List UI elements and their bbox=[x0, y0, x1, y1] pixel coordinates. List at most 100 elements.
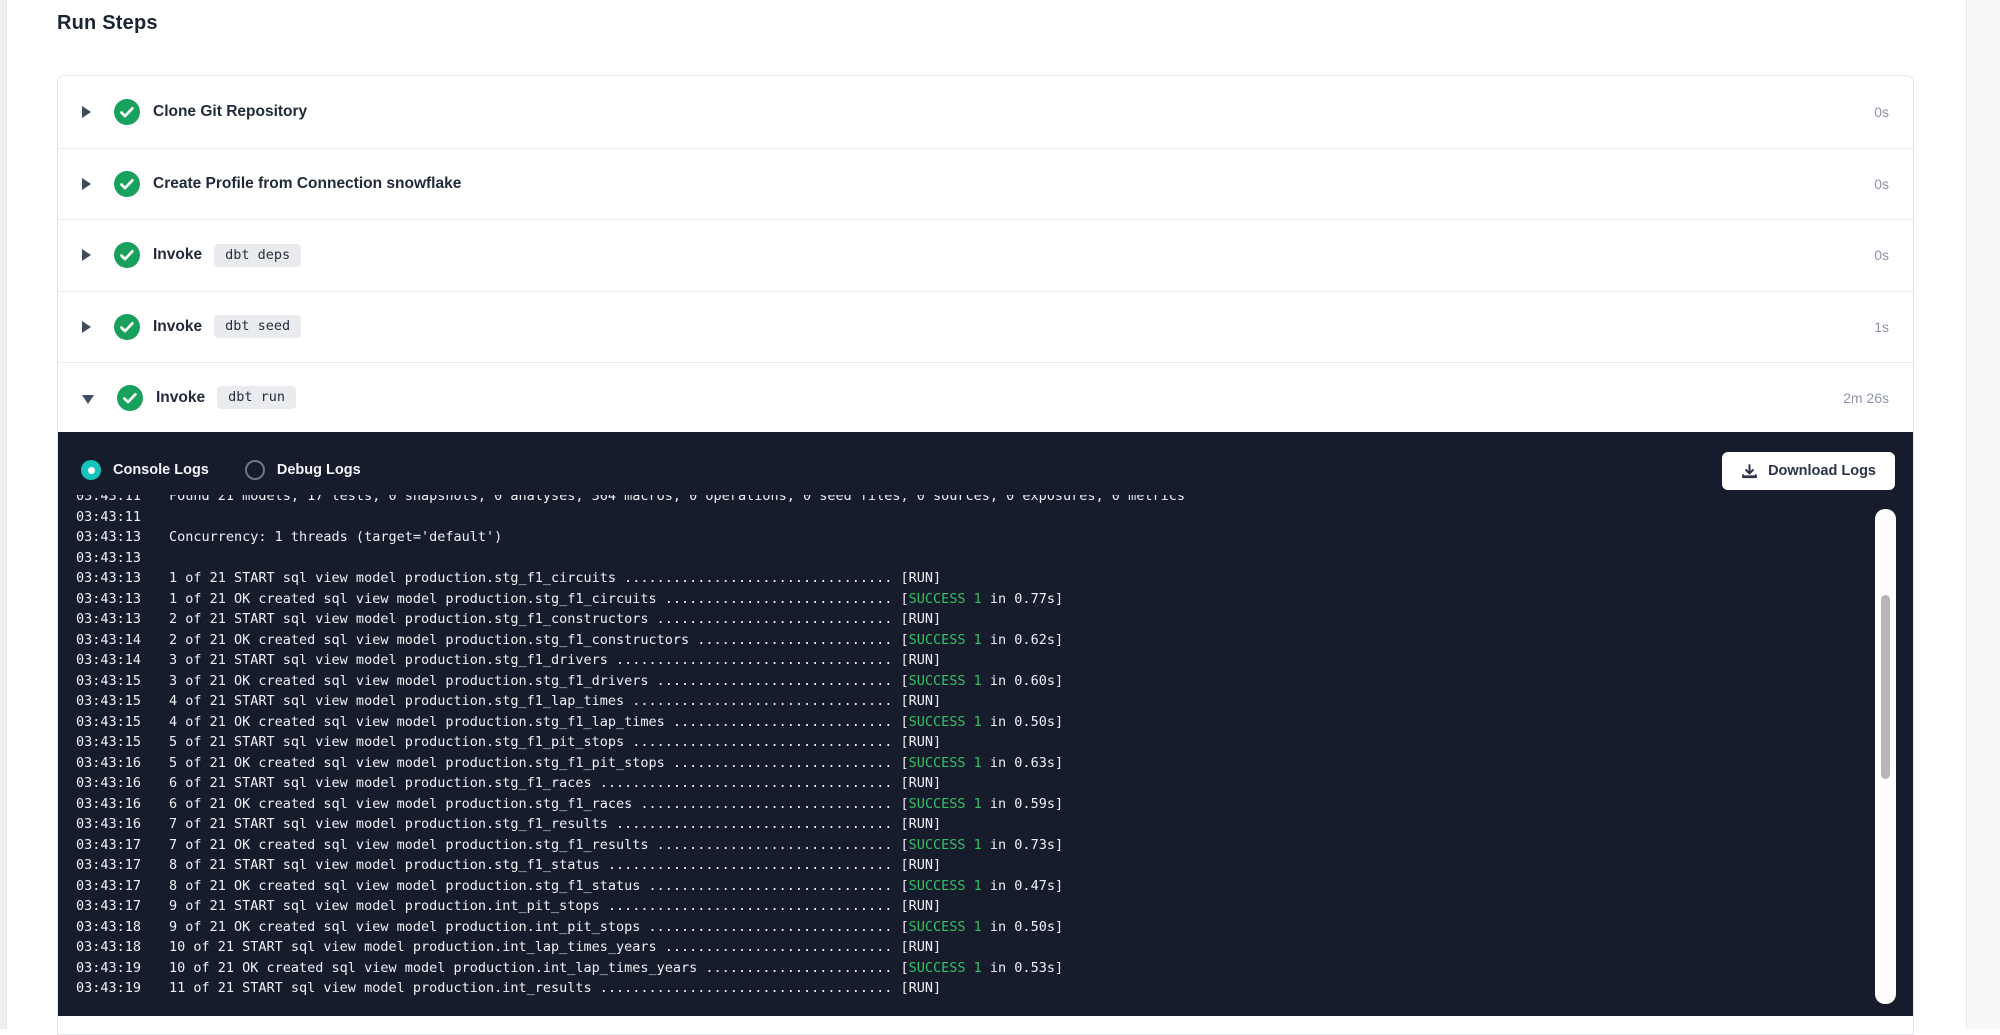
log-message: 6 of 21 START sql view model production.… bbox=[169, 775, 892, 791]
log-message: 1 of 21 OK created sql view model produc… bbox=[169, 591, 892, 607]
step-duration: 0s bbox=[1874, 104, 1889, 120]
log-status-tag: [SUCCESS 1 in 0.50s] bbox=[892, 714, 1063, 730]
log-scrollbar-track[interactable] bbox=[1875, 509, 1896, 1004]
log-message: 11 of 21 START sql view model production… bbox=[169, 980, 892, 996]
step-duration: 0s bbox=[1874, 247, 1889, 263]
log-line: 03:43:132 of 21 START sql view model pro… bbox=[76, 609, 1793, 630]
step-command-badge: dbt deps bbox=[214, 244, 301, 267]
log-timestamp: 03:43:13 bbox=[76, 609, 169, 630]
log-scrollbar-thumb[interactable] bbox=[1881, 595, 1890, 779]
success-check-icon bbox=[114, 171, 140, 197]
log-status-tag: [SUCCESS 1 in 0.62s] bbox=[892, 632, 1063, 648]
log-line: 03:43:1911 of 21 START sql view model pr… bbox=[76, 978, 1793, 999]
log-line: 03:43:177 of 21 OK created sql view mode… bbox=[76, 835, 1793, 856]
log-message: 9 of 21 START sql view model production.… bbox=[169, 898, 892, 914]
log-timestamp: 03:43:15 bbox=[76, 691, 169, 712]
run-step-row[interactable]: Invoke dbt seed 1s bbox=[58, 291, 1913, 363]
log-line: 03:43:11Found 21 models, 17 tests, 0 sna… bbox=[76, 495, 1793, 507]
log-line: 03:43:165 of 21 OK created sql view mode… bbox=[76, 753, 1793, 774]
log-line: 03:43:154 of 21 START sql view model pro… bbox=[76, 691, 1793, 712]
log-line: 03:43:189 of 21 OK created sql view mode… bbox=[76, 917, 1793, 938]
log-line: 03:43:166 of 21 START sql view model pro… bbox=[76, 773, 1793, 794]
log-timestamp: 03:43:13 bbox=[76, 589, 169, 610]
log-status-tag: [SUCCESS 1 in 0.47s] bbox=[892, 878, 1063, 894]
radio-selected-icon[interactable] bbox=[81, 460, 101, 480]
log-message: 7 of 21 START sql view model production.… bbox=[169, 816, 892, 832]
log-status-tag: [RUN] bbox=[892, 734, 941, 750]
debug-logs-label: Debug Logs bbox=[277, 462, 361, 478]
log-timestamp: 03:43:14 bbox=[76, 630, 169, 651]
console-logs-label: Console Logs bbox=[113, 462, 209, 478]
log-timestamp: 03:43:15 bbox=[76, 712, 169, 733]
page-left-gutter bbox=[0, 0, 7, 1029]
log-message: 10 of 21 OK created sql view model produ… bbox=[169, 960, 892, 976]
step-label: Invoke bbox=[153, 246, 202, 264]
log-line: 03:43:178 of 21 START sql view model pro… bbox=[76, 855, 1793, 876]
log-status-tag: [RUN] bbox=[892, 611, 941, 627]
step-command-badge: dbt run bbox=[217, 386, 296, 409]
log-timestamp: 03:43:19 bbox=[76, 978, 169, 999]
log-timestamp: 03:43:17 bbox=[76, 835, 169, 856]
log-status-tag: [RUN] bbox=[892, 775, 941, 791]
success-check-icon bbox=[114, 99, 140, 125]
log-line: 03:43:178 of 21 OK created sql view mode… bbox=[76, 876, 1793, 897]
step-label: Invoke bbox=[153, 318, 202, 336]
log-timestamp: 03:43:18 bbox=[76, 937, 169, 958]
log-line: 03:43:142 of 21 OK created sql view mode… bbox=[76, 630, 1793, 651]
log-timestamp: 03:43:15 bbox=[76, 671, 169, 692]
log-status-tag: [RUN] bbox=[892, 693, 941, 709]
log-status-tag: [RUN] bbox=[892, 816, 941, 832]
log-timestamp: 03:43:16 bbox=[76, 773, 169, 794]
page-right-gutter bbox=[1966, 0, 2000, 1029]
log-message: 10 of 21 START sql view model production… bbox=[169, 939, 892, 955]
console-logs-option[interactable]: Console Logs bbox=[81, 460, 209, 480]
success-check-icon bbox=[114, 314, 140, 340]
log-line: 03:43:13Concurrency: 1 threads (target='… bbox=[76, 527, 1793, 548]
chevron-right-icon[interactable] bbox=[82, 321, 91, 333]
log-message: Concurrency: 1 threads (target='default'… bbox=[169, 529, 502, 545]
run-step-row[interactable]: Clone Git Repository 0s bbox=[58, 76, 1913, 148]
chevron-right-icon[interactable] bbox=[82, 249, 91, 261]
step-duration: 2m 26s bbox=[1843, 390, 1889, 406]
chevron-right-icon[interactable] bbox=[82, 106, 91, 118]
log-line: 03:43:153 of 21 OK created sql view mode… bbox=[76, 671, 1793, 692]
log-timestamp: 03:43:17 bbox=[76, 896, 169, 917]
step-command-badge: dbt seed bbox=[214, 315, 301, 338]
log-timestamp: 03:43:13 bbox=[76, 527, 169, 548]
log-message: 8 of 21 OK created sql view model produc… bbox=[169, 878, 892, 894]
page-title: Run Steps bbox=[57, 12, 158, 35]
download-logs-button[interactable]: Download Logs bbox=[1722, 452, 1895, 490]
run-step-row[interactable]: Invoke dbt deps 0s bbox=[58, 219, 1913, 291]
radio-unselected-icon[interactable] bbox=[245, 460, 265, 480]
chevron-down-icon[interactable] bbox=[82, 395, 94, 404]
log-message: Found 21 models, 17 tests, 0 snapshots, … bbox=[169, 495, 1185, 504]
log-status-tag: [RUN] bbox=[892, 857, 941, 873]
log-view-switcher: Console Logs Debug Logs bbox=[81, 450, 397, 490]
log-message: 5 of 21 OK created sql view model produc… bbox=[169, 755, 892, 771]
log-line: 03:43:131 of 21 OK created sql view mode… bbox=[76, 589, 1793, 610]
log-line: 03:43:13 bbox=[76, 548, 1793, 569]
log-line: 03:43:1810 of 21 START sql view model pr… bbox=[76, 937, 1793, 958]
log-status-tag: [SUCCESS 1 in 0.59s] bbox=[892, 796, 1063, 812]
log-timestamp: 03:43:16 bbox=[76, 753, 169, 774]
download-logs-label: Download Logs bbox=[1768, 463, 1876, 479]
step-rows: Clone Git Repository 0s Create Profile f… bbox=[58, 76, 1913, 432]
log-line: 03:43:1910 of 21 OK created sql view mod… bbox=[76, 958, 1793, 979]
success-check-icon bbox=[117, 385, 143, 411]
log-line: 03:43:167 of 21 START sql view model pro… bbox=[76, 814, 1793, 835]
debug-logs-option[interactable]: Debug Logs bbox=[245, 460, 361, 480]
log-message: 5 of 21 START sql view model production.… bbox=[169, 734, 892, 750]
log-timestamp: 03:43:14 bbox=[76, 650, 169, 671]
chevron-right-icon[interactable] bbox=[82, 178, 91, 190]
run-step-row[interactable]: Create Profile from Connection snowflake… bbox=[58, 148, 1913, 220]
log-message: 3 of 21 OK created sql view model produc… bbox=[169, 673, 892, 689]
log-line: 03:43:143 of 21 START sql view model pro… bbox=[76, 650, 1793, 671]
log-timestamp: 03:43:11 bbox=[76, 495, 169, 507]
log-message: 9 of 21 OK created sql view model produc… bbox=[169, 919, 892, 935]
log-status-tag: [SUCCESS 1 in 0.63s] bbox=[892, 755, 1063, 771]
log-timestamp: 03:43:13 bbox=[76, 548, 169, 569]
step-label: Create Profile from Connection snowflake bbox=[153, 175, 461, 193]
log-line: 03:43:155 of 21 START sql view model pro… bbox=[76, 732, 1793, 753]
log-panel: Console Logs Debug Logs Download Logs 03… bbox=[58, 432, 1913, 1016]
run-step-row[interactable]: Invoke dbt run 2m 26s bbox=[58, 362, 1913, 432]
